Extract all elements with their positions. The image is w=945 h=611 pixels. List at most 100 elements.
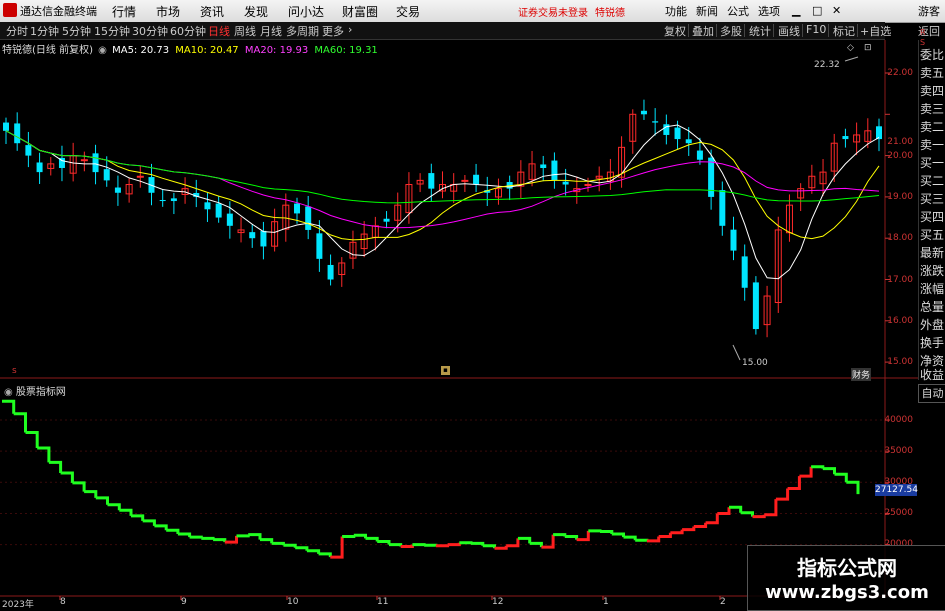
indicator-segment [37, 446, 51, 463]
candle-body [428, 173, 435, 189]
indicator-name: 股票指标网 [15, 387, 66, 398]
indicator-segment [13, 412, 27, 433]
candle-body [249, 232, 256, 239]
indicator-segment [48, 460, 63, 473]
candle-body [327, 264, 334, 280]
quote-row: 卖三 [920, 102, 945, 116]
quote-row: 换手 [920, 336, 945, 350]
date-tick: 1 [603, 597, 609, 607]
quote-row: 最新 [920, 246, 945, 260]
quote-row: 买二 [920, 174, 945, 188]
indicator-segment [775, 488, 790, 501]
indicator-segment [600, 530, 614, 534]
candle-body [226, 213, 233, 226]
low-annotation: 15.00 [742, 358, 768, 368]
candle-body [92, 153, 99, 173]
indicator-segment [389, 543, 403, 547]
price-tick: 22.00 [887, 68, 913, 78]
indicator-segment [142, 519, 156, 526]
watermark-url: www.zbgs3.com [765, 582, 929, 603]
quote-row: 总量 [920, 300, 945, 314]
candle-body [752, 282, 759, 330]
indicator-segment [248, 533, 262, 540]
indicator-segment [541, 534, 555, 549]
panel-tab-r[interactable]: R [920, 28, 926, 37]
caiwu-button[interactable]: 财务 [851, 368, 872, 381]
indicator-segment [72, 481, 86, 492]
auto-button[interactable]: 自动 [918, 384, 945, 403]
indicator-segment [213, 538, 227, 543]
watermark-box: 指标公式网 www.zbgs3.com [747, 545, 945, 611]
candle-body [696, 150, 703, 160]
quote-row: 委比 [920, 48, 945, 62]
indicator-segment [646, 536, 661, 543]
event-marker-icon[interactable]: ▪ [441, 366, 450, 375]
quote-row: 外盘 [920, 318, 945, 332]
candle-body [114, 187, 121, 193]
candle-body [294, 203, 300, 214]
indicator-segment [365, 536, 379, 542]
quote-row: 涨幅 [920, 282, 945, 296]
indicator-segment [658, 532, 672, 538]
indicator-segment [576, 530, 590, 542]
indicator-segment [811, 465, 825, 469]
quote-panel: R S 委比 卖五 卖四 卖三 卖二 卖一 买一 买二 买三 买四 买五 最新 … [918, 28, 945, 382]
price-tick: 17.00 [887, 275, 913, 285]
price-tick: 21.00 [887, 137, 913, 147]
indicator-segment [412, 543, 426, 547]
indicator-segment [611, 532, 625, 538]
candle-body [730, 229, 737, 251]
ind-tick: 35000 [884, 446, 913, 456]
date-tick: 2023年 [2, 600, 34, 610]
candle-body [562, 181, 569, 185]
candle-body [663, 124, 670, 135]
indicator-segment [224, 535, 238, 544]
indicator-segment [330, 536, 344, 559]
indicator-segment [377, 540, 391, 545]
candle-body [136, 175, 144, 178]
kline-chart[interactable] [0, 0, 945, 609]
quote-row: 卖四 [920, 84, 945, 98]
candle-body [3, 122, 9, 131]
indicator-segment [295, 546, 309, 551]
candle-body [80, 159, 88, 162]
indicator-segment [494, 545, 508, 550]
indicator-segment [459, 541, 473, 545]
small-s-marker: s [12, 366, 17, 376]
ind-tick: 25000 [884, 508, 913, 518]
indicator-segment [564, 535, 579, 540]
indicator-segment [529, 541, 543, 548]
quote-row: 卖二 [920, 120, 945, 134]
low-pointer [732, 344, 741, 361]
indicator-segment [740, 511, 754, 517]
indicator-segment [682, 526, 696, 532]
indicator-segment [693, 522, 708, 528]
candle-body [36, 162, 43, 173]
watermark-title: 指标公式网 [797, 556, 897, 580]
diamond-icon[interactable]: ◇ [847, 43, 854, 53]
candle-body [383, 218, 390, 222]
date-tick: 12 [492, 597, 504, 607]
date-tick: 2 [720, 597, 726, 607]
quote-row: 卖一 [920, 138, 945, 152]
indicator-segment [107, 503, 121, 511]
candle-body [719, 190, 726, 226]
candle-body [461, 179, 469, 182]
quote-row: 涨跌 [920, 264, 945, 278]
price-tick: 18.00 [887, 233, 913, 243]
high-annotation: 22.32 [814, 60, 840, 70]
indicator-segment [95, 496, 109, 505]
candle-body [215, 203, 222, 218]
indicator-segment [517, 536, 532, 544]
indicator-segment [154, 524, 168, 531]
indicator-segment [318, 552, 332, 558]
panel-toggle-icon[interactable]: ⊡ [864, 43, 872, 53]
quote-row: 买一 [920, 156, 945, 170]
candle-body [842, 136, 849, 140]
indicator-segment [764, 499, 778, 517]
indicator-settings-icon[interactable]: ◉ [4, 387, 13, 398]
indicator-current-value: 27127.54 [875, 484, 918, 496]
indicator-segment [201, 536, 215, 540]
indicator-segment [705, 513, 719, 525]
candle-body [473, 174, 480, 185]
